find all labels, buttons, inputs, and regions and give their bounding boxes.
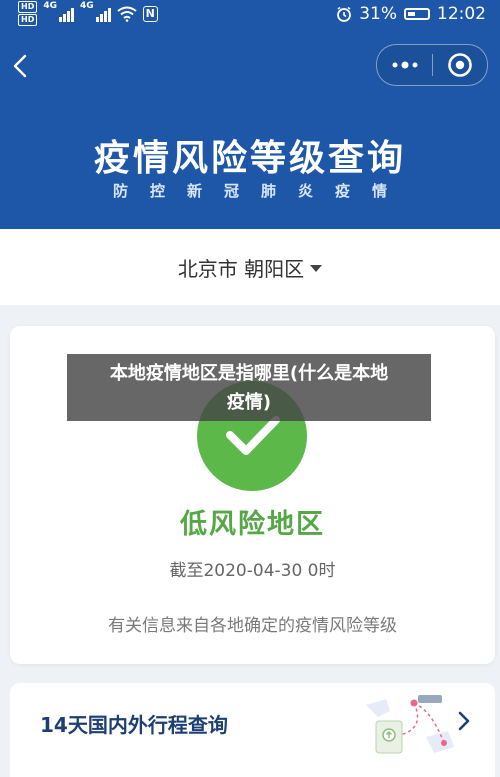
close-miniprogram-button[interactable]: [433, 45, 487, 85]
map-illustration-icon: [366, 695, 454, 754]
hd-badge-1: HD: [18, 1, 38, 13]
status-right: 31% 12:02: [336, 4, 486, 24]
status-bar: HD HD 4G 4G N 31% 12:02: [0, 0, 500, 30]
battery-icon: [404, 8, 430, 20]
hd-badges: HD HD: [18, 1, 38, 26]
caret-down-icon: [310, 264, 323, 272]
trip-history-card[interactable]: 14天国内外行程查询: [10, 683, 495, 777]
as-of-date: 截至2020-04-30 0时: [169, 561, 336, 581]
clock: 12:02: [437, 4, 486, 24]
page-title: 疫情风险等级查询: [93, 138, 406, 179]
back-arrow-icon[interactable]: [8, 52, 36, 80]
signal-icon-2: [95, 6, 111, 22]
location-label: 北京市 朝阳区: [177, 256, 305, 281]
location-selector[interactable]: 北京市 朝阳区: [0, 229, 500, 305]
trip-history-label: 14天国内外行程查询: [40, 713, 228, 737]
overlay-caption-line-2: 疫情): [226, 392, 272, 413]
wifi-icon: [117, 6, 137, 22]
network-type-2: 4G: [80, 1, 94, 11]
page-subtitle: 防控新冠肺炎疫情: [112, 182, 409, 200]
hd-badge-2: HD: [18, 14, 38, 26]
chevron-right-icon: [458, 711, 470, 731]
overlay-caption-line-1: 本地疫情地区是指哪里(什么是本地: [109, 363, 389, 384]
more-dots-icon: [392, 61, 417, 69]
miniprogram-capsule: [376, 44, 488, 86]
overlay-caption: 本地疫情地区是指哪里(什么是本地 疫情): [67, 354, 431, 421]
info-source-note: 有关信息来自各地确定的疫情风险等级: [108, 616, 397, 636]
network-type-1: 4G: [43, 1, 57, 11]
more-options-button[interactable]: [377, 45, 432, 85]
status-left: HD HD 4G 4G N: [18, 1, 158, 26]
target-close-icon: [448, 53, 472, 77]
alarm-icon: [337, 6, 352, 22]
nfc-icon: N: [142, 5, 158, 22]
battery-percent: 31%: [359, 4, 397, 24]
risk-level-label: 低风险地区: [180, 509, 325, 540]
header: 疫情风险等级查询 防控新冠肺炎疫情: [0, 30, 500, 229]
signal-icon-1: [59, 6, 74, 22]
